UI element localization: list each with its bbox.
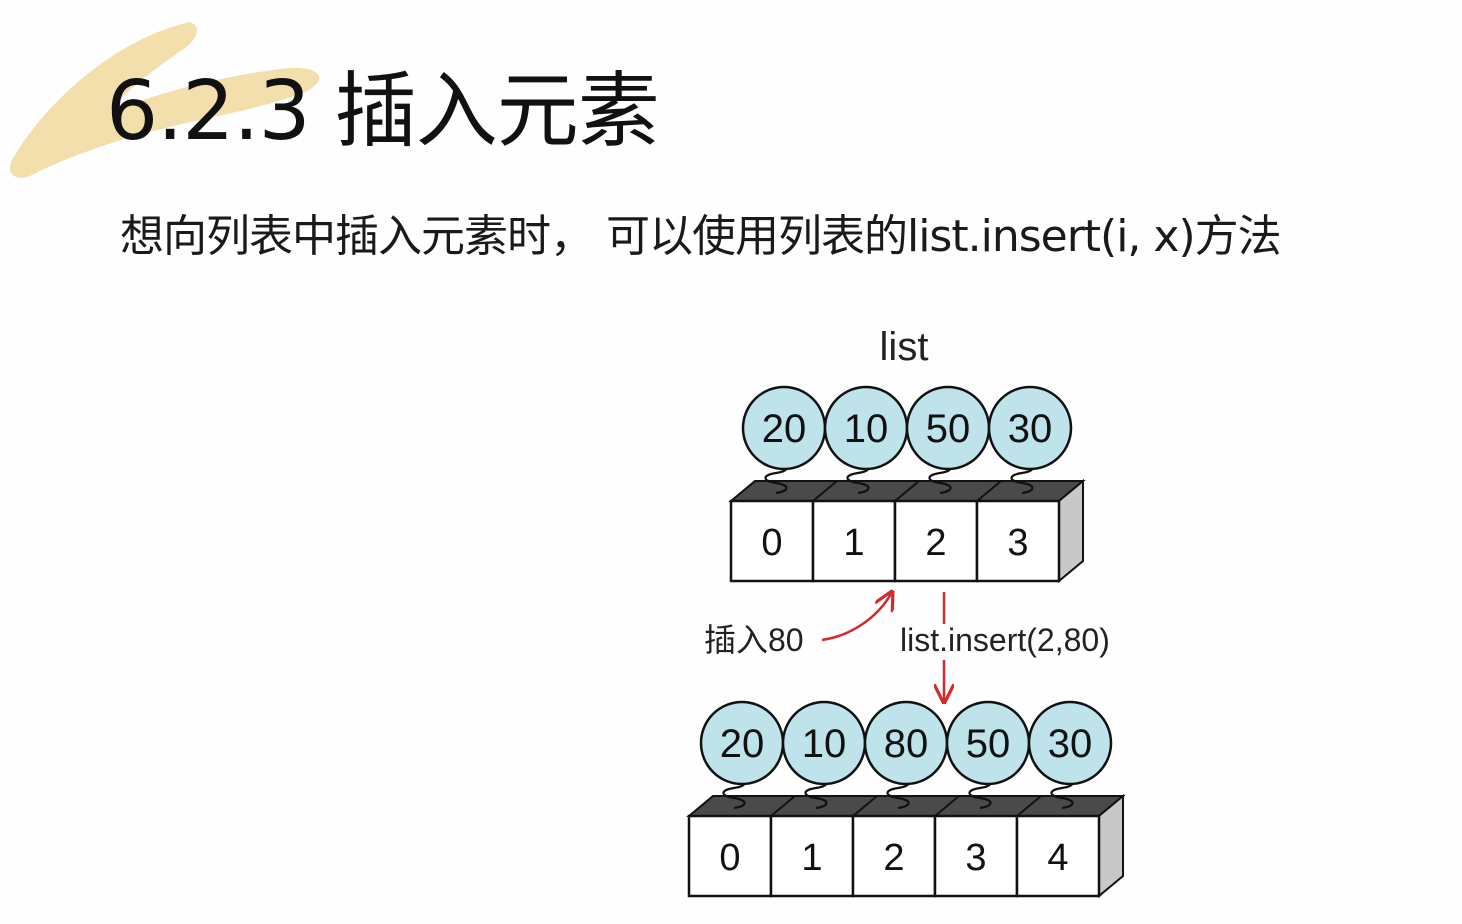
before-index-label: 1 [843,522,864,564]
after-value-label: 20 [720,722,765,766]
after-index-label: 0 [719,837,740,879]
list-label: list [880,325,929,369]
after-index-label: 1 [801,837,822,879]
after-index-label: 2 [883,837,904,879]
before-index-label: 0 [761,522,782,564]
after-index-label: 4 [1047,837,1068,879]
before-value-label: 50 [926,407,971,451]
before-index-label: 2 [925,522,946,564]
call-label: list.insert(2,80) [900,622,1110,658]
after-value-label: 80 [884,722,929,766]
after-value-label: 50 [966,722,1011,766]
insert-label: 插入80 [704,622,804,658]
after-list: 0 20 1 10 2 80 3 50 4 30 [686,700,1126,899]
after-value-label: 10 [802,722,847,766]
before-list: 0 20 1 10 2 50 3 30 [728,385,1086,584]
before-value-label: 10 [844,407,889,451]
before-value-label: 20 [762,407,807,451]
before-value-label: 30 [1008,407,1053,451]
insert-arrow [821,592,892,642]
after-value-label: 30 [1048,722,1093,766]
list-insert-diagram: list 0 20 1 10 2 50 3 30 0 20 1 10 2 80 3 50 4 30 插入80 l… [686,325,1126,899]
before-index-label: 3 [1007,522,1028,564]
after-index-label: 3 [965,837,986,879]
